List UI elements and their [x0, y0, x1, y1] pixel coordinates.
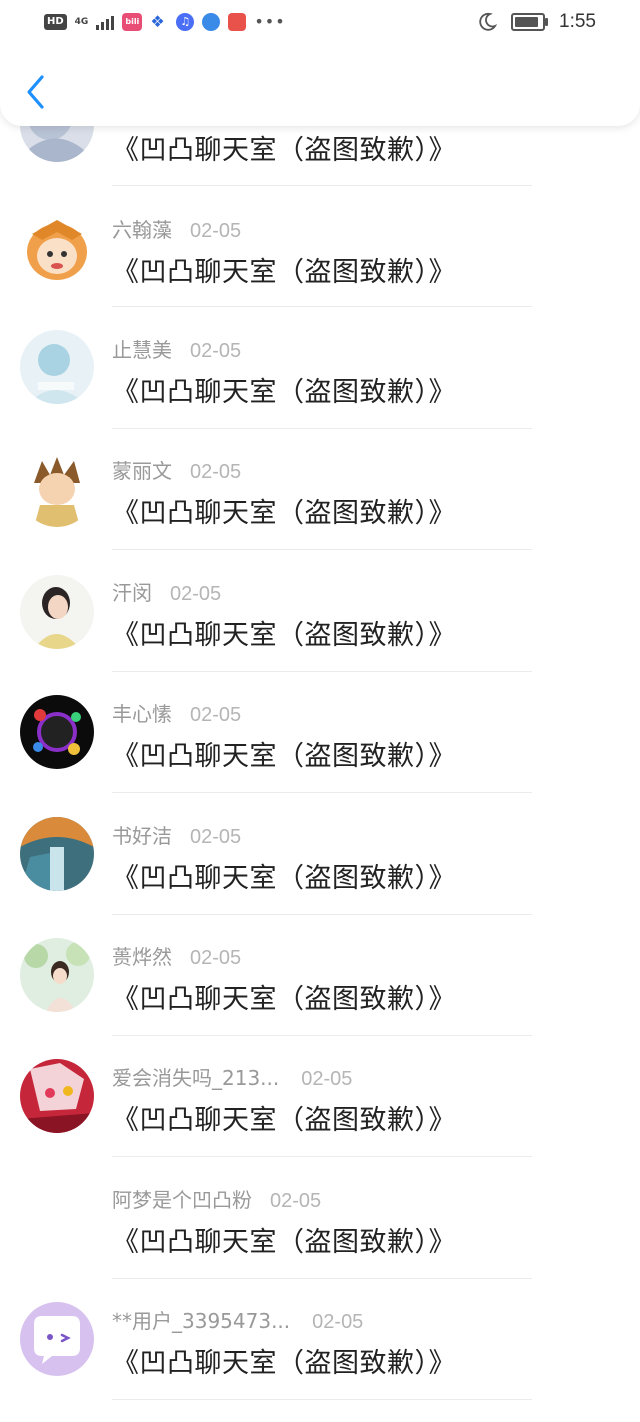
- list-item[interactable]: 阿梦是个凹凸粉 02-05 《凹凸聊天室（盗图致歉）》: [0, 1170, 640, 1291]
- list-item[interactable]: **用户_3395473... 02-05 《凹凸聊天室（盗图致歉）》: [0, 1291, 640, 1412]
- comment-date: 02-05: [190, 340, 242, 362]
- list-item[interactable]: 蒉烨然 02-05 《凹凸聊天室（盗图致歉）》: [0, 927, 640, 1048]
- baidu-paw-icon: ❖: [150, 12, 165, 31]
- status-time: 1:55: [559, 11, 596, 32]
- divider: [112, 306, 532, 307]
- avatar[interactable]: [20, 817, 94, 891]
- battery-icon: [511, 13, 549, 31]
- comment-text: 《凹凸聊天室（盗图致歉）》: [112, 135, 456, 166]
- username[interactable]: 书好洁: [112, 820, 172, 849]
- comment-header: 丰心愫 02-05: [112, 698, 241, 727]
- network-label: 4G: [74, 16, 89, 27]
- list-item[interactable]: 书好洁 02-05 《凹凸聊天室（盗图致歉）》: [0, 806, 640, 927]
- comment-text: 《凹凸聊天室（盗图致歉）》: [112, 498, 456, 529]
- avatar[interactable]: [20, 695, 94, 769]
- music-icon: ♫: [176, 13, 195, 31]
- comment-date: 02-05: [301, 1068, 353, 1090]
- comment-text: 《凹凸聊天室（盗图致歉）》: [112, 863, 456, 894]
- divider: [112, 1278, 532, 1279]
- top-bar: HD 4G bili ❖ ♫ ••• 1:55: [0, 0, 640, 126]
- back-button[interactable]: [18, 72, 52, 112]
- comment-date: 02-05: [190, 826, 242, 848]
- comment-text: 《凹凸聊天室（盗图致歉）》: [112, 984, 456, 1015]
- comment-header: **用户_3395473... 02-05: [112, 1305, 363, 1334]
- comment-text: 《凹凸聊天室（盗图致歉）》: [112, 377, 456, 408]
- app-red-icon: [228, 13, 247, 31]
- username[interactable]: 蒙丽文: [112, 455, 172, 484]
- comment-header: 止慧美 02-05: [112, 334, 241, 363]
- comment-header: 蒙丽文 02-05: [112, 455, 241, 484]
- list-item[interactable]: 爱会消失吗_213... 02-05 《凹凸聊天室（盗图致歉）》: [0, 1048, 640, 1169]
- list-item[interactable]: 蒙丽文 02-05 《凹凸聊天室（盗图致歉）》: [0, 441, 640, 562]
- comment-header: 六翰藻 02-05: [112, 214, 241, 243]
- comment-date: 02-05: [312, 1311, 364, 1333]
- comment-date: 02-05: [190, 461, 242, 483]
- avatar[interactable]: [20, 212, 94, 286]
- moon-icon: [479, 12, 498, 31]
- comment-date: 02-05: [190, 947, 242, 969]
- username[interactable]: 止慧美: [112, 334, 172, 363]
- username[interactable]: **用户_3395473...: [112, 1305, 290, 1334]
- comment-header: 书好洁 02-05: [112, 820, 241, 849]
- username[interactable]: 丰心愫: [112, 698, 172, 727]
- divider: [112, 914, 532, 915]
- hd-icon: HD: [44, 14, 67, 30]
- username[interactable]: 爱会消失吗_213...: [112, 1062, 279, 1091]
- divider: [112, 1035, 532, 1036]
- battery-level: [515, 17, 539, 27]
- comment-text: 《凹凸聊天室（盗图致歉）》: [112, 1227, 456, 1258]
- comment-date: 02-05: [270, 1190, 322, 1212]
- status-icons-left: HD 4G bili ❖ ♫ •••: [44, 10, 286, 34]
- comment-header: 蒉烨然 02-05: [112, 941, 241, 970]
- divider: [112, 1399, 532, 1400]
- avatar[interactable]: [20, 1302, 94, 1376]
- divider: [112, 671, 532, 672]
- list-item[interactable]: 六翰藻 02-05 《凹凸聊天室（盗图致歉）》: [0, 198, 640, 319]
- comment-list-page: 《凹凸聊天室（盗图致歉）》 六翰藻 02-05 《凹凸聊天室（盗图致歉）》 止慧…: [0, 0, 640, 1422]
- comment-date: 02-05: [170, 583, 222, 605]
- divider: [112, 185, 532, 186]
- browser-icon: [202, 13, 221, 31]
- comment-header: 阿梦是个凹凸粉 02-05: [112, 1184, 321, 1213]
- comment-date: 02-05: [190, 220, 242, 242]
- divider: [112, 1156, 532, 1157]
- avatar[interactable]: [20, 575, 94, 649]
- comment-header: 爱会消失吗_213... 02-05: [112, 1062, 352, 1091]
- comment-header: 汗闵 02-05: [112, 577, 221, 606]
- comment-text: 《凹凸聊天室（盗图致歉）》: [112, 257, 456, 288]
- list-item[interactable]: 汗闵 02-05 《凹凸聊天室（盗图致歉）》: [0, 563, 640, 684]
- divider: [112, 549, 532, 550]
- avatar[interactable]: [20, 453, 94, 527]
- comment-text: 《凹凸聊天室（盗图致歉）》: [112, 741, 456, 772]
- avatar[interactable]: [20, 938, 94, 1012]
- username[interactable]: 汗闵: [112, 577, 152, 606]
- chevron-left-icon: [27, 75, 44, 109]
- status-icons-right: 1:55: [477, 8, 596, 36]
- username[interactable]: 阿梦是个凹凸粉: [112, 1184, 252, 1213]
- comment-text: 《凹凸聊天室（盗图致歉）》: [112, 620, 456, 651]
- username[interactable]: 蒉烨然: [112, 941, 172, 970]
- status-bar: HD 4G bili ❖ ♫ ••• 1:55: [0, 0, 640, 44]
- username[interactable]: 六翰藻: [112, 214, 172, 243]
- list-item[interactable]: 丰心愫 02-05 《凹凸聊天室（盗图致歉）》: [0, 684, 640, 805]
- signal-icon: [96, 14, 115, 30]
- more-dots-icon: •••: [254, 12, 286, 31]
- list-item[interactable]: 止慧美 02-05 《凹凸聊天室（盗图致歉）》: [0, 320, 640, 441]
- avatar[interactable]: [20, 330, 94, 404]
- divider: [112, 428, 532, 429]
- comment-text: 《凹凸聊天室（盗图致歉）》: [112, 1348, 456, 1379]
- divider: [112, 792, 532, 793]
- comment-date: 02-05: [190, 704, 242, 726]
- avatar[interactable]: [20, 1059, 94, 1133]
- comment-text: 《凹凸聊天室（盗图致歉）》: [112, 1105, 456, 1136]
- bilibili-icon: bili: [122, 13, 143, 31]
